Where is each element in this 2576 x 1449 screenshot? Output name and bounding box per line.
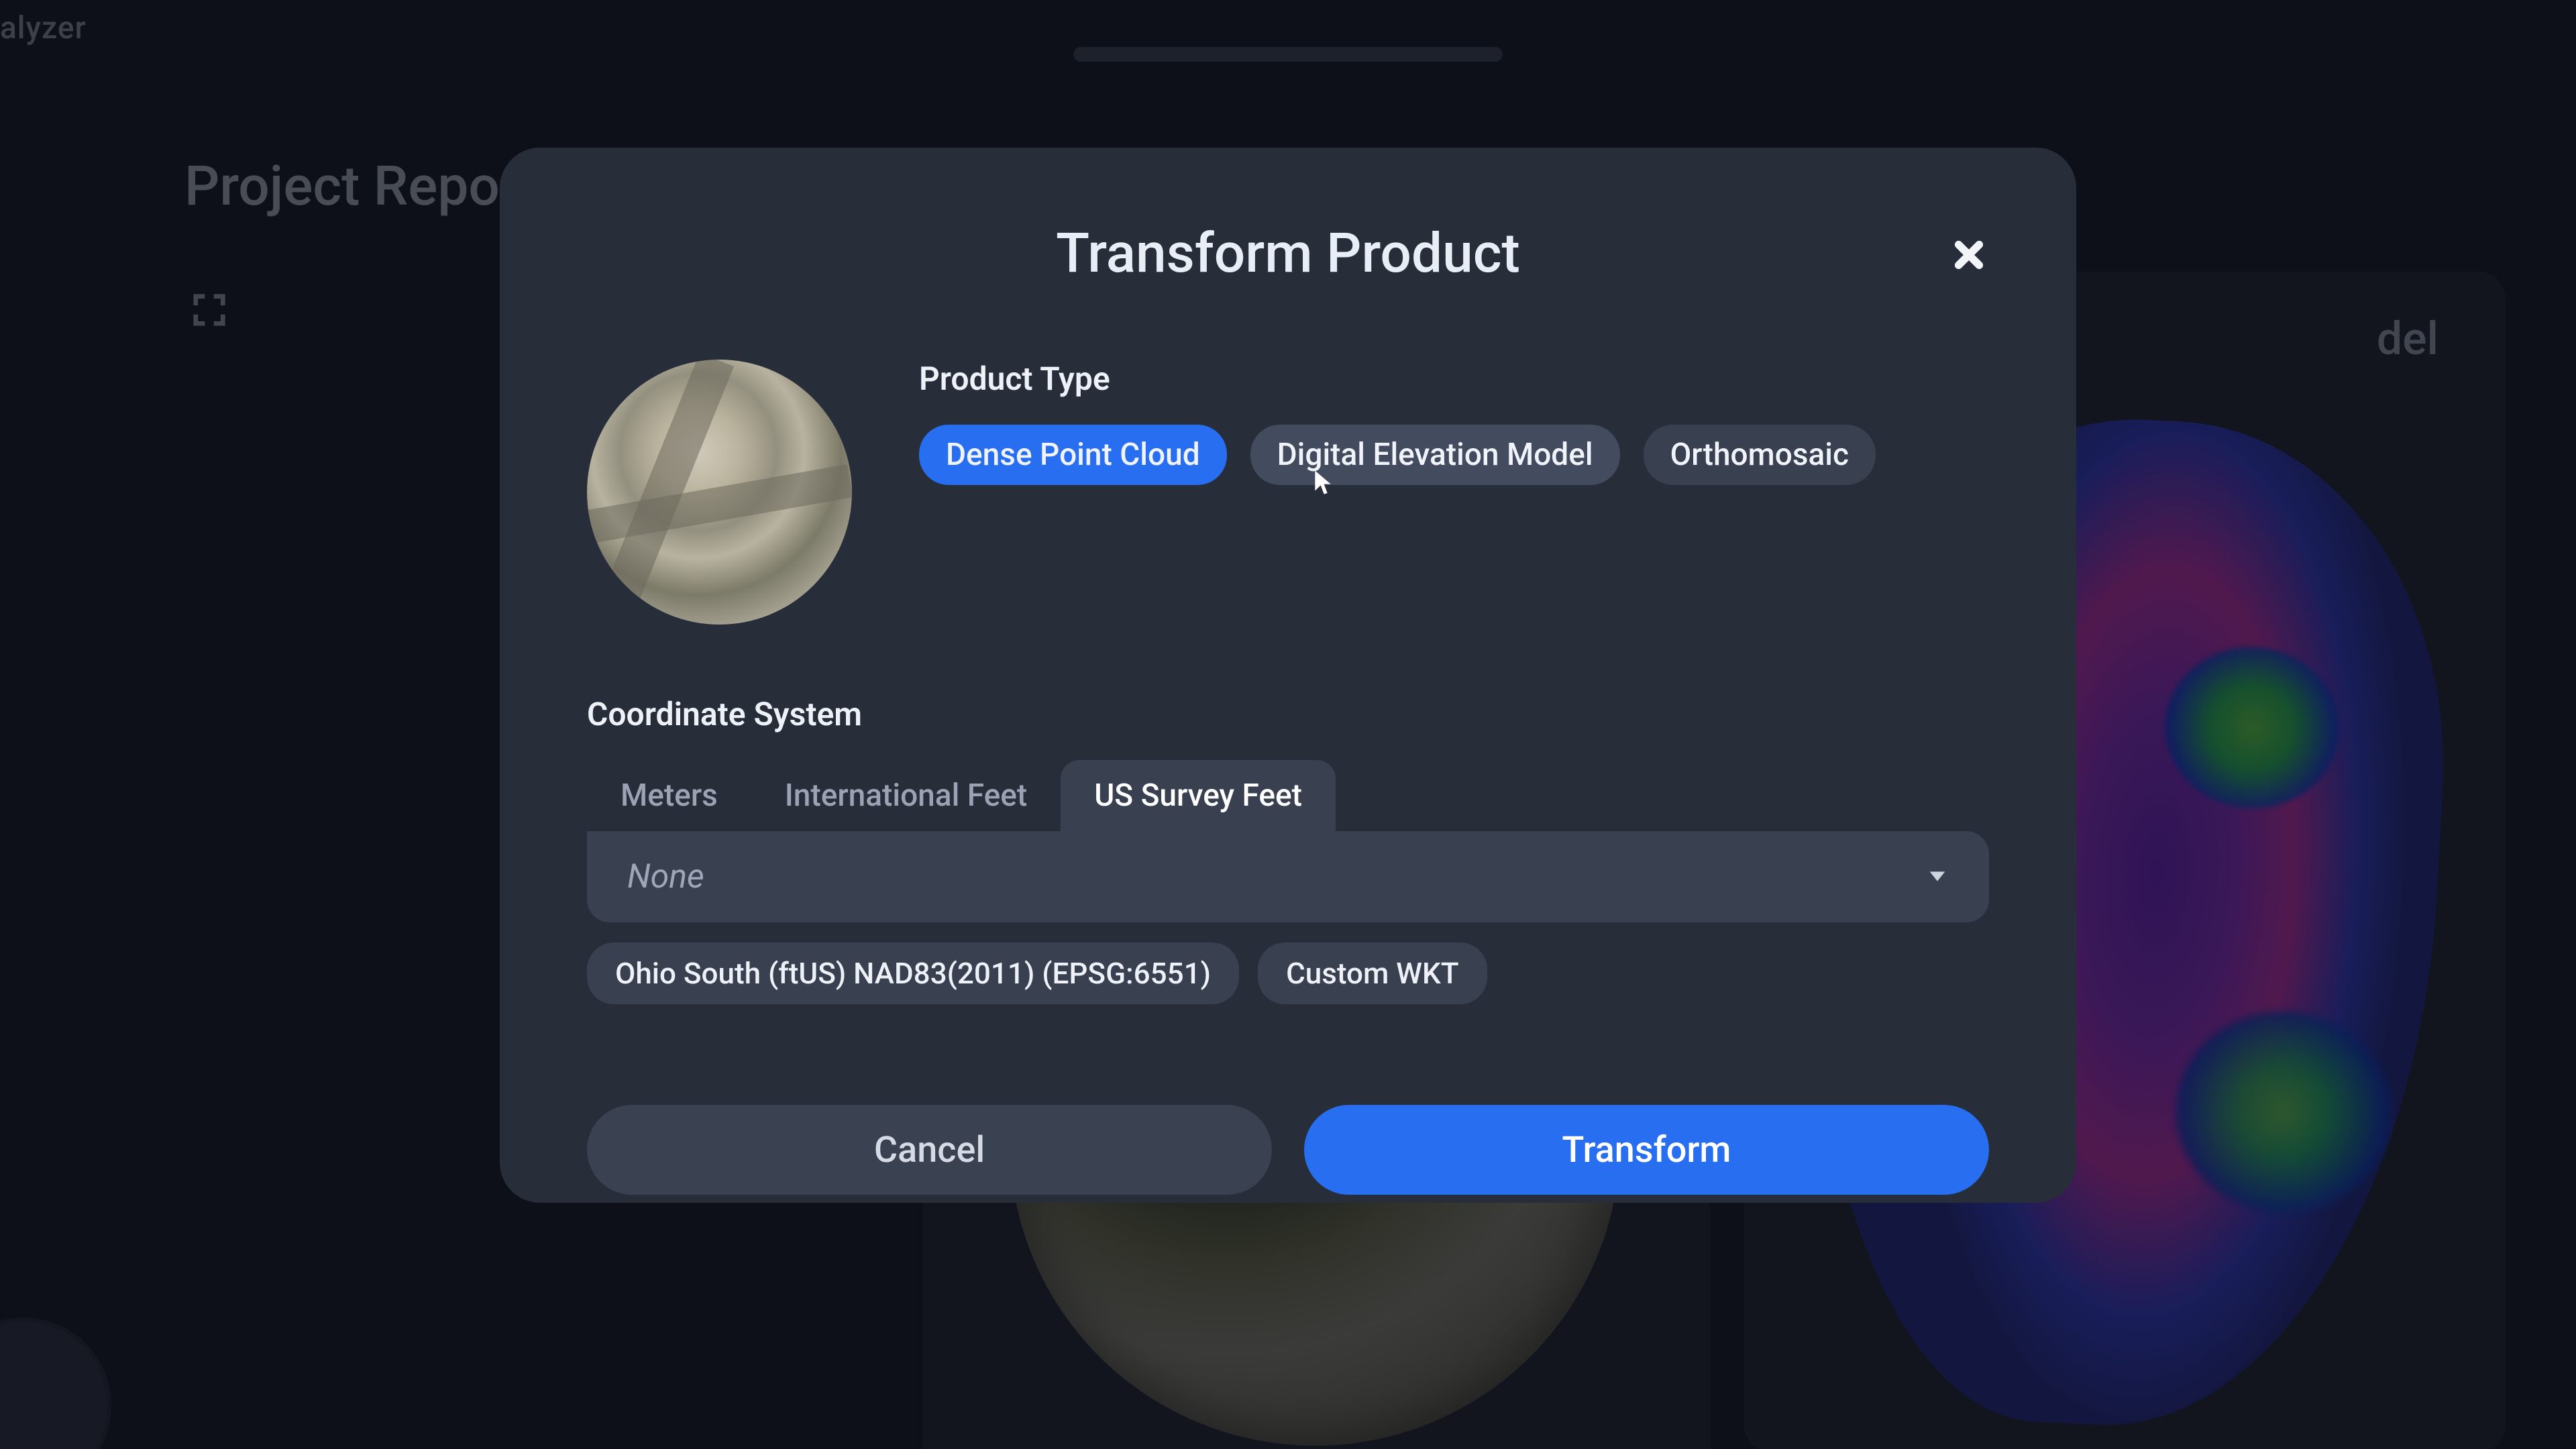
select-value: None [627, 857, 704, 896]
tab-meters[interactable]: Meters [587, 760, 751, 831]
dropdown-caret-icon [1926, 864, 1949, 890]
mouse-cursor-icon [1313, 470, 1332, 496]
product-type-dem[interactable]: Digital Elevation Model [1250, 425, 1620, 485]
product-type-label: Product Type [919, 360, 1876, 398]
tab-us-survey-feet[interactable]: US Survey Feet [1061, 760, 1336, 831]
coordinate-system-select[interactable]: None [587, 831, 1989, 922]
chip-custom-wkt[interactable]: Custom WKT [1258, 943, 1487, 1004]
product-type-dense[interactable]: Dense Point Cloud [919, 425, 1227, 485]
tab-intl-feet[interactable]: International Feet [751, 760, 1061, 831]
close-button[interactable] [1949, 235, 1989, 275]
modal-title: Transform Product [587, 221, 1989, 286]
unit-tabs: Meters International Feet US Survey Feet [587, 760, 1989, 831]
coordinate-system-label: Coordinate System [587, 695, 1989, 733]
close-icon [1953, 239, 1984, 270]
product-type-ortho[interactable]: Orthomosaic [1644, 425, 1876, 485]
transform-button[interactable]: Transform [1304, 1105, 1989, 1195]
cancel-button[interactable]: Cancel [587, 1105, 1272, 1195]
product-type-options: Dense Point Cloud Digital Elevation Mode… [919, 425, 1876, 485]
transform-product-modal: Transform Product Product Type Dense Poi… [500, 148, 2076, 1203]
product-thumbnail [587, 360, 852, 625]
chip-ohio-south[interactable]: Ohio South (ftUS) NAD83(2011) (EPSG:6551… [587, 943, 1239, 1004]
